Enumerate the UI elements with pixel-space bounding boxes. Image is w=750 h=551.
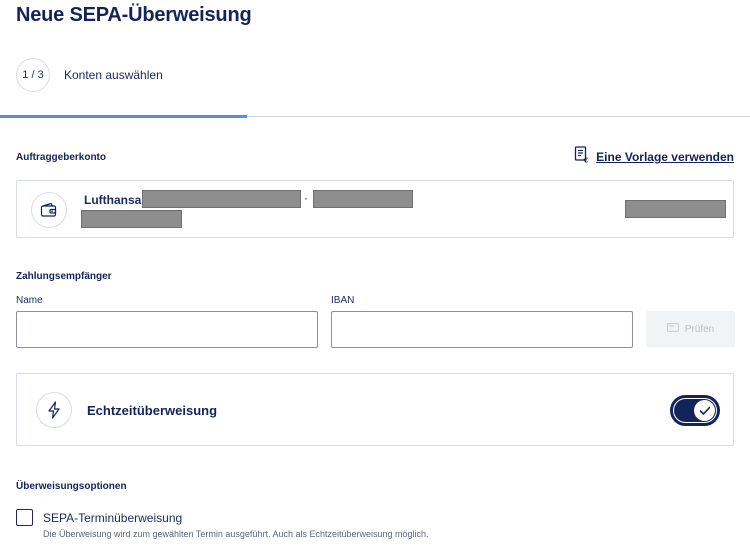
card-icon [666, 323, 679, 335]
wallet-icon [31, 192, 67, 228]
scheduled-transfer-label: SEPA-Terminüberweisung [43, 511, 183, 525]
iban-field[interactable] [331, 311, 633, 348]
redacted-account-balance [625, 200, 726, 218]
document-euro-icon: € [574, 146, 590, 168]
name-field[interactable] [16, 311, 318, 348]
check-iban-button[interactable]: Prüfen [646, 311, 735, 347]
instant-transfer-label: Echtzeitüberweisung [87, 403, 218, 418]
ordering-account-card[interactable]: Lufthansa · [16, 180, 734, 238]
payee-heading: Zahlungsempfänger [16, 271, 112, 282]
step-label: Konten auswählen [64, 68, 163, 82]
name-field-label: Name [16, 295, 43, 306]
svg-text:€: € [583, 157, 589, 164]
step-indicator: 1 / 3 [16, 58, 50, 92]
account-name: Lufthansa [84, 193, 142, 207]
progress-fill [0, 115, 247, 118]
iban-field-label: IBAN [331, 295, 355, 306]
instant-transfer-card: Echtzeitüberweisung [16, 373, 734, 446]
ordering-account-heading: Auftraggeberkonto [16, 152, 106, 163]
redacted-account-iban [81, 210, 182, 228]
page-title: Neue SEPA-Überweisung [16, 4, 252, 26]
redacted-account-owner [142, 190, 301, 208]
check-iban-label: Prüfen [684, 323, 715, 335]
checkmark-icon [694, 400, 715, 421]
use-template-label: Eine Vorlage verwenden [596, 150, 734, 164]
scheduled-transfer-checkbox[interactable] [16, 509, 33, 526]
redacted-account-type [313, 190, 413, 208]
scheduled-transfer-help: Die Überweisung wird zum gewählten Termi… [43, 529, 429, 539]
transfer-options-heading: Überweisungsoptionen [16, 481, 127, 492]
account-separator: · [304, 191, 308, 205]
lightning-icon [36, 392, 72, 428]
instant-transfer-toggle[interactable] [670, 395, 720, 426]
use-template-link[interactable]: € Eine Vorlage verwenden [574, 146, 734, 168]
